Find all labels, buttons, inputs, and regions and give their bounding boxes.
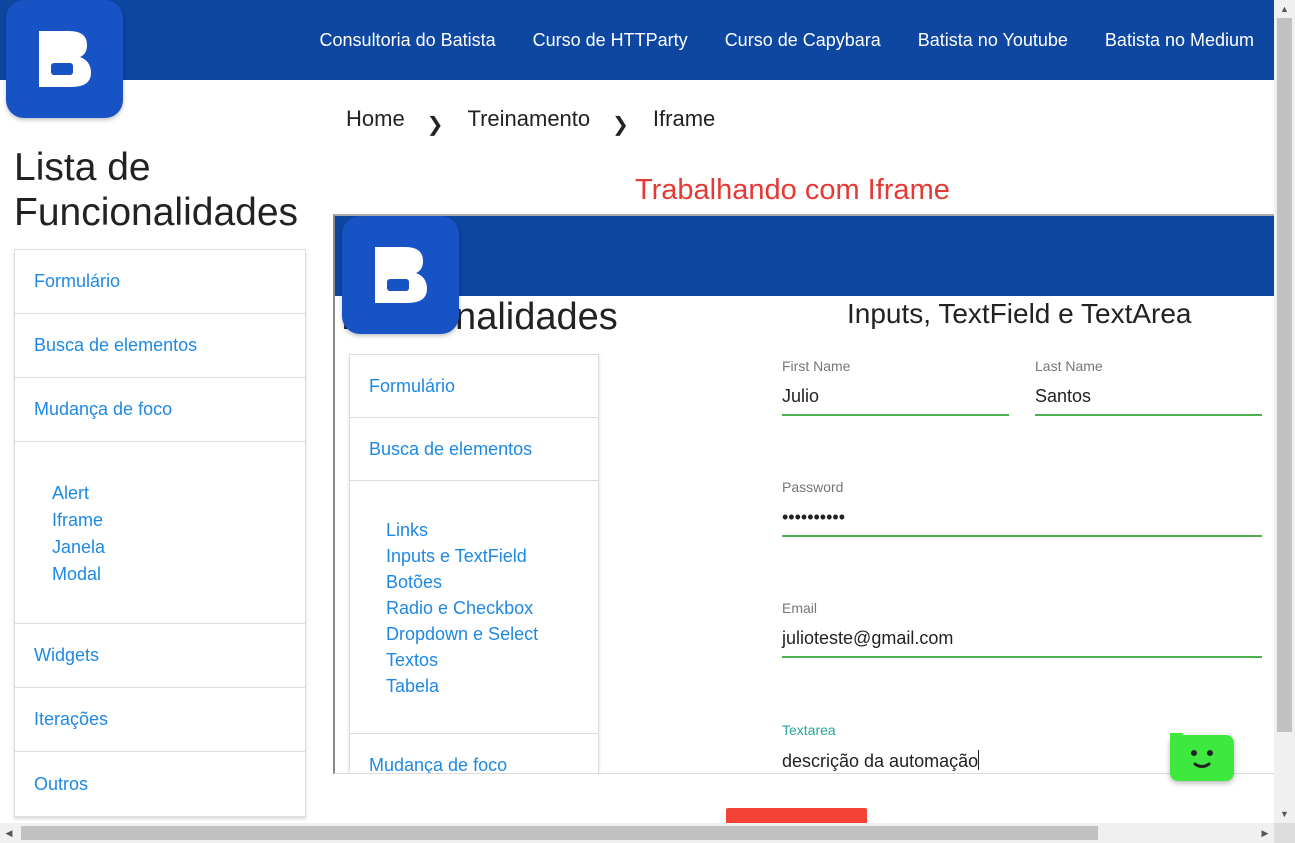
sidebar-link-alert[interactable]: Alert <box>52 480 305 507</box>
sidebar-item-widgets[interactable]: Widgets <box>15 624 305 688</box>
iframe-link-links[interactable]: Links <box>386 517 598 543</box>
sidebar-title-line1: Lista de <box>14 146 151 189</box>
iframe-link-botoes[interactable]: Botões <box>386 569 598 595</box>
chatbot-button[interactable] <box>1170 733 1234 781</box>
breadcrumb-current[interactable]: Iframe <box>653 106 715 132</box>
sidebar-item-formulario[interactable]: Formulário <box>15 250 305 314</box>
iframe-sidebar-item-busca[interactable]: Busca de elementos <box>350 418 598 481</box>
iframe-sidebar-item-formulario[interactable]: Formulário <box>350 355 598 418</box>
sidebar-link-janela[interactable]: Janela <box>52 534 305 561</box>
sidebar-mudanca-body: Alert Iframe Janela Modal <box>15 442 305 624</box>
sidebar-item-outros[interactable]: Outros <box>15 752 305 816</box>
scrollbar-corner <box>1274 823 1295 843</box>
nav-link-consultoria[interactable]: Consultoria do Batista <box>320 30 496 51</box>
b-logo-icon <box>38 31 91 87</box>
first-name-field: First Name Julio <box>782 358 1009 416</box>
horizontal-scrollbar[interactable]: ◀ ▶ <box>0 823 1274 843</box>
last-name-input[interactable]: Santos <box>1035 386 1262 416</box>
iframe-sidebar-busca-body: Links Inputs e TextField Botões Radio e … <box>350 481 598 734</box>
breadcrumb-treinamento[interactable]: Treinamento <box>467 106 590 132</box>
iframe-sidebar-collapsible: Formulário Busca de elementos Links Inpu… <box>349 354 599 774</box>
top-navbar: Consultoria do Batista Curso de HTTParty… <box>0 0 1274 80</box>
password-field: Password •••••••••• <box>782 479 1262 537</box>
sidebar-item-mudanca[interactable]: Mudança de foco <box>15 378 305 442</box>
nav-link-youtube[interactable]: Batista no Youtube <box>918 30 1068 51</box>
sidebar-link-modal[interactable]: Modal <box>52 561 305 588</box>
email-input[interactable]: julioteste@gmail.com <box>782 628 1262 658</box>
horizontal-scroll-thumb[interactable] <box>21 826 1098 840</box>
nav-link-medium[interactable]: Batista no Medium <box>1105 30 1254 51</box>
nav-link-httparty[interactable]: Curso de HTTParty <box>533 30 688 51</box>
scroll-down-icon[interactable]: ▼ <box>1274 805 1295 823</box>
brand-logo[interactable] <box>6 0 123 118</box>
sidebar-title: Lista de Funcionalidades <box>14 145 334 235</box>
last-name-field: Last Name Santos <box>1035 358 1262 416</box>
iframe-brand-logo[interactable] <box>342 216 459 334</box>
chevron-right-icon: ❯ <box>426 113 444 136</box>
scroll-up-icon[interactable]: ▲ <box>1274 0 1295 18</box>
iframe-link-radio[interactable]: Radio e Checkbox <box>386 595 598 621</box>
sidebar-item-busca[interactable]: Busca de elementos <box>15 314 305 378</box>
page-title: Trabalhando com Iframe <box>635 174 950 206</box>
iframe-form-title: Inputs, TextField e TextArea <box>847 298 1192 329</box>
last-name-label: Last Name <box>1035 358 1103 374</box>
iframe-link-tabela[interactable]: Tabela <box>386 673 598 699</box>
nav-links: Consultoria do Batista Curso de HTTParty… <box>283 0 1254 80</box>
sidebar-item-iteracoes[interactable]: Iterações <box>15 688 305 752</box>
password-label: Password <box>782 479 844 495</box>
breadcrumb-home[interactable]: Home <box>346 106 405 132</box>
vertical-scroll-thumb[interactable] <box>1277 18 1292 732</box>
embedded-iframe[interactable]: Funcionalidades Formulário Busca de elem… <box>333 214 1274 774</box>
sidebar-collapsible: Formulário Busca de elementos Mudança de… <box>14 249 306 817</box>
scroll-right-icon[interactable]: ▶ <box>1256 823 1274 843</box>
first-name-input[interactable]: Julio <box>782 386 1009 416</box>
vertical-scrollbar[interactable]: ▲ ▼ <box>1274 0 1295 823</box>
iframe-link-inputs[interactable]: Inputs e TextField <box>386 543 598 569</box>
sidebar-link-iframe[interactable]: Iframe <box>52 507 305 534</box>
bot-face-icon <box>1191 750 1213 768</box>
b-logo-icon <box>374 247 427 303</box>
email-label: Email <box>782 600 818 616</box>
breadcrumb: Home ❯ Treinamento ❯ Iframe <box>346 106 715 136</box>
scroll-left-icon[interactable]: ◀ <box>0 823 18 843</box>
email-field: Email julioteste@gmail.com <box>782 600 1262 658</box>
password-input[interactable]: •••••••••• <box>782 507 1262 537</box>
first-name-label: First Name <box>782 358 851 374</box>
textarea-value: descrição da automação <box>782 751 979 771</box>
iframe-link-dropdown[interactable]: Dropdown e Select <box>386 621 598 647</box>
sidebar-title-line2: Funcionalidades <box>14 191 299 234</box>
nav-link-capybara[interactable]: Curso de Capybara <box>725 30 881 51</box>
text-caret <box>978 750 980 770</box>
iframe-sidebar-item-mudanca[interactable]: Mudança de foco <box>350 734 598 774</box>
iframe-link-textos[interactable]: Textos <box>386 647 598 673</box>
iframe-navbar <box>335 216 1274 296</box>
chevron-right-icon: ❯ <box>612 113 629 136</box>
